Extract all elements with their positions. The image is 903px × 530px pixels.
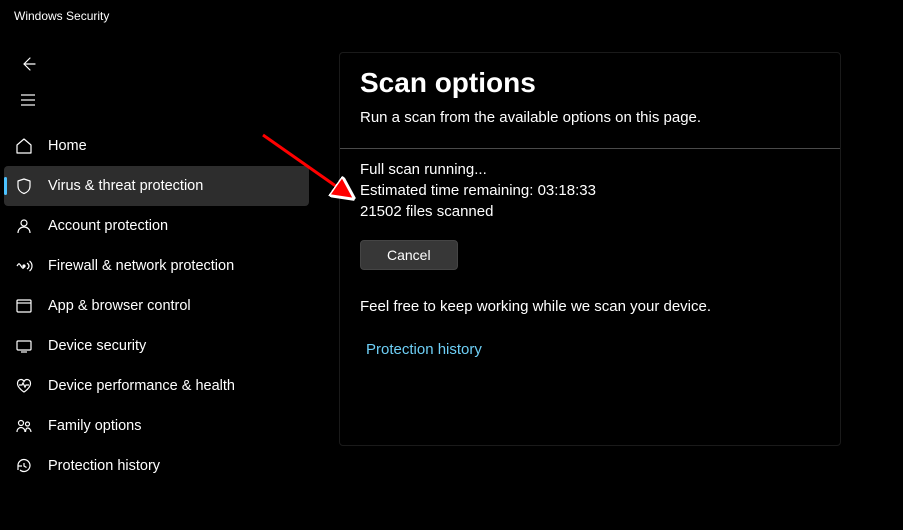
scan-time-remaining: Estimated time remaining: 03:18:33 [360,182,820,199]
sidebar-item-label: Protection history [48,458,160,474]
hamburger-icon [18,90,38,110]
account-icon [14,216,34,236]
sidebar-item-account[interactable]: Account protection [4,206,309,246]
scan-files-count: 21502 files scanned [360,203,820,220]
sidebar-item-history[interactable]: Protection history [4,446,309,486]
sidebar-item-virus[interactable]: Virus & threat protection [4,166,309,206]
sidebar-item-label: Device performance & health [48,378,235,394]
sidebar-item-device-security[interactable]: Device security [4,326,309,366]
app-browser-icon [14,296,34,316]
sidebar-item-home[interactable]: Home [4,126,309,166]
sidebar-item-label: Firewall & network protection [48,258,234,274]
device-security-icon [14,336,34,356]
shield-icon [14,176,34,196]
history-icon [14,456,34,476]
page-subtitle: Run a scan from the available options on… [360,109,820,126]
sidebar-item-label: Home [48,138,87,154]
title-bar: Windows Security [0,0,903,32]
page-title: Scan options [360,67,820,99]
home-icon [14,136,34,156]
sidebar-item-label: Virus & threat protection [48,178,203,194]
scan-options-panel: Scan options Run a scan from the availab… [339,52,841,446]
heart-icon [14,376,34,396]
menu-button[interactable] [0,82,313,118]
cancel-button[interactable]: Cancel [360,240,458,270]
sidebar-item-family[interactable]: Family options [4,406,309,446]
people-icon [14,416,34,436]
network-icon [14,256,34,276]
app-title: Windows Security [14,9,109,23]
divider [340,148,840,149]
sidebar-item-app-browser[interactable]: App & browser control [4,286,309,326]
sidebar-item-label: App & browser control [48,298,191,314]
back-button[interactable] [0,46,313,82]
sidebar: Home Virus & threat protection Account p… [0,32,313,530]
scan-status: Full scan running... [360,161,820,178]
sidebar-item-label: Account protection [48,218,168,234]
main-content: Scan options Run a scan from the availab… [313,32,903,530]
sidebar-item-performance[interactable]: Device performance & health [4,366,309,406]
sidebar-item-firewall[interactable]: Firewall & network protection [4,246,309,286]
back-icon [18,54,38,74]
scan-info-text: Feel free to keep working while we scan … [360,298,820,315]
sidebar-item-label: Family options [48,418,141,434]
protection-history-link[interactable]: Protection history [360,341,820,358]
sidebar-item-label: Device security [48,338,146,354]
